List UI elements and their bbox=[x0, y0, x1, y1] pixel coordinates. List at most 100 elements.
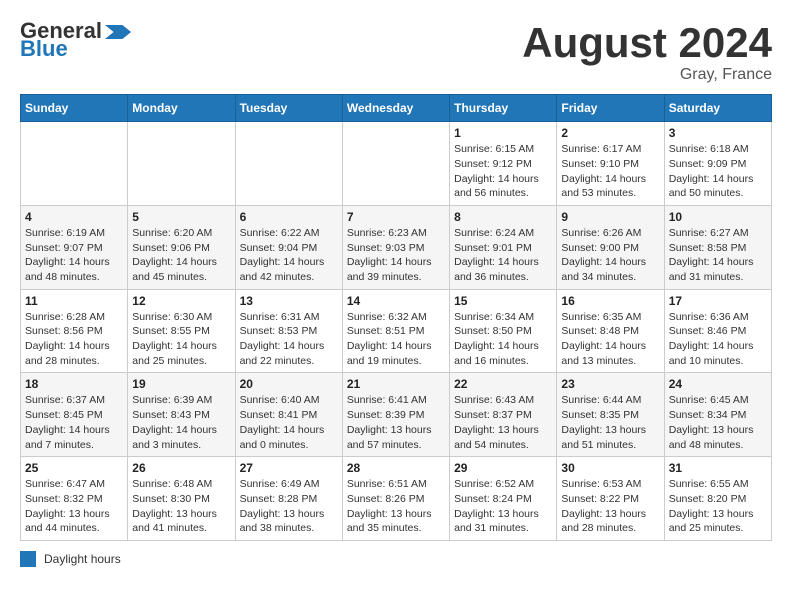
day-number: 19 bbox=[132, 377, 230, 391]
legend-color-box bbox=[20, 551, 36, 567]
day-number: 3 bbox=[669, 126, 767, 140]
calendar-week-row: 18Sunrise: 6:37 AMSunset: 8:45 PMDayligh… bbox=[21, 373, 772, 457]
calendar-cell: 19 Sunrise: 6:39 AMSunset: 8:43 PMDayligh… bbox=[128, 373, 235, 457]
day-info: Sunrise: 6:53 AMSunset: 8:22 PMDaylight:… bbox=[561, 477, 659, 536]
day-info: Sunrise: 6:45 AMSunset: 8:34 PMDaylight:… bbox=[669, 393, 767, 452]
day-info: Sunrise: 6:48 AMSunset: 8:30 PMDaylight:… bbox=[132, 477, 230, 536]
calendar-cell: 15 Sunrise: 6:34 AMSunset: 8:50 PMDayligh… bbox=[450, 289, 557, 373]
day-number: 11 bbox=[25, 294, 123, 308]
page-header: General Blue August 2024 Gray, France bbox=[20, 20, 772, 84]
legend-label: Daylight hours bbox=[44, 552, 121, 566]
calendar-cell bbox=[342, 122, 449, 206]
day-number: 23 bbox=[561, 377, 659, 391]
calendar-cell: 14 Sunrise: 6:32 AMSunset: 8:51 PMDayligh… bbox=[342, 289, 449, 373]
calendar-cell: 29 Sunrise: 6:52 AMSunset: 8:24 PMDayligh… bbox=[450, 457, 557, 541]
calendar-week-row: 4 Sunrise: 6:19 AMSunset: 9:07 PMDaylight… bbox=[21, 205, 772, 289]
calendar-cell: 5 Sunrise: 6:20 AMSunset: 9:06 PMDaylight… bbox=[128, 205, 235, 289]
calendar-cell: 20Sunrise: 6:40 AMSunset: 8:41 PMDayligh… bbox=[235, 373, 342, 457]
calendar-cell: 28 Sunrise: 6:51 AMSunset: 8:26 PMDayligh… bbox=[342, 457, 449, 541]
calendar-cell bbox=[21, 122, 128, 206]
calendar-cell: 23 Sunrise: 6:44 AMSunset: 8:35 PMDayligh… bbox=[557, 373, 664, 457]
calendar-cell: 26 Sunrise: 6:48 AMSunset: 8:30 PMDayligh… bbox=[128, 457, 235, 541]
calendar-cell: 7 Sunrise: 6:23 AMSunset: 9:03 PMDaylight… bbox=[342, 205, 449, 289]
day-number: 28 bbox=[347, 461, 445, 475]
day-info: Sunrise: 6:49 AMSunset: 8:28 PMDaylight:… bbox=[240, 477, 338, 536]
day-number: 9 bbox=[561, 210, 659, 224]
logo-blue: Blue bbox=[20, 38, 68, 60]
day-number: 10 bbox=[669, 210, 767, 224]
day-number: 29 bbox=[454, 461, 552, 475]
calendar-cell: 1 Sunrise: 6:15 AMSunset: 9:12 PMDaylight… bbox=[450, 122, 557, 206]
day-info: Sunrise: 6:52 AMSunset: 8:24 PMDaylight:… bbox=[454, 477, 552, 536]
day-number: 1 bbox=[454, 126, 552, 140]
day-number: 27 bbox=[240, 461, 338, 475]
calendar-cell: 9 Sunrise: 6:26 AMSunset: 9:00 PMDaylight… bbox=[557, 205, 664, 289]
calendar-cell: 11Sunrise: 6:28 AMSunset: 8:56 PMDayligh… bbox=[21, 289, 128, 373]
day-info: Sunrise: 6:32 AMSunset: 8:51 PMDaylight:… bbox=[347, 310, 445, 369]
day-info: Sunrise: 6:35 AMSunset: 8:48 PMDaylight:… bbox=[561, 310, 659, 369]
day-info: Sunrise: 6:30 AMSunset: 8:55 PMDaylight:… bbox=[132, 310, 230, 369]
calendar-cell: 8 Sunrise: 6:24 AMSunset: 9:01 PMDaylight… bbox=[450, 205, 557, 289]
calendar-cell: 2 Sunrise: 6:17 AMSunset: 9:10 PMDaylight… bbox=[557, 122, 664, 206]
day-info: Sunrise: 6:17 AMSunset: 9:10 PMDaylight:… bbox=[561, 142, 659, 201]
day-number: 16 bbox=[561, 294, 659, 308]
day-number: 4 bbox=[25, 210, 123, 224]
calendar-cell: 12Sunrise: 6:30 AMSunset: 8:55 PMDayligh… bbox=[128, 289, 235, 373]
calendar-cell: 18Sunrise: 6:37 AMSunset: 8:45 PMDayligh… bbox=[21, 373, 128, 457]
day-info: Sunrise: 6:23 AMSunset: 9:03 PMDaylight:… bbox=[347, 226, 445, 285]
calendar-week-row: 11Sunrise: 6:28 AMSunset: 8:56 PMDayligh… bbox=[21, 289, 772, 373]
title-block: August 2024 Gray, France bbox=[522, 20, 772, 84]
day-info: Sunrise: 6:39 AMSunset: 8:43 PMDaylight:… bbox=[132, 393, 230, 452]
calendar-cell: 17Sunrise: 6:36 AMSunset: 8:46 PMDayligh… bbox=[664, 289, 771, 373]
logo: General Blue bbox=[20, 20, 132, 60]
calendar-day-header: Tuesday bbox=[235, 95, 342, 122]
calendar-cell: 21Sunrise: 6:41 AMSunset: 8:39 PMDayligh… bbox=[342, 373, 449, 457]
day-info: Sunrise: 6:31 AMSunset: 8:53 PMDaylight:… bbox=[240, 310, 338, 369]
day-info: Sunrise: 6:41 AMSunset: 8:39 PMDaylight:… bbox=[347, 393, 445, 452]
location-text: Gray, France bbox=[522, 66, 772, 84]
day-info: Sunrise: 6:26 AMSunset: 9:00 PMDaylight:… bbox=[561, 226, 659, 285]
calendar-table: SundayMondayTuesdayWednesdayThursdayFrid… bbox=[20, 94, 772, 541]
calendar-day-header: Sunday bbox=[21, 95, 128, 122]
legend: Daylight hours bbox=[20, 551, 772, 567]
calendar-cell: 16 Sunrise: 6:35 AMSunset: 8:48 PMDayligh… bbox=[557, 289, 664, 373]
month-year-title: August 2024 bbox=[522, 20, 772, 66]
day-number: 22 bbox=[454, 377, 552, 391]
calendar-header-row: SundayMondayTuesdayWednesdayThursdayFrid… bbox=[21, 95, 772, 122]
calendar-cell: 30 Sunrise: 6:53 AMSunset: 8:22 PMDayligh… bbox=[557, 457, 664, 541]
day-info: Sunrise: 6:37 AMSunset: 8:45 PMDaylight:… bbox=[25, 393, 123, 452]
calendar-cell: 3 Sunrise: 6:18 AMSunset: 9:09 PMDaylight… bbox=[664, 122, 771, 206]
day-number: 2 bbox=[561, 126, 659, 140]
day-info: Sunrise: 6:20 AMSunset: 9:06 PMDaylight:… bbox=[132, 226, 230, 285]
day-number: 14 bbox=[347, 294, 445, 308]
day-info: Sunrise: 6:18 AMSunset: 9:09 PMDaylight:… bbox=[669, 142, 767, 201]
calendar-cell: 6Sunrise: 6:22 AMSunset: 9:04 PMDaylight… bbox=[235, 205, 342, 289]
day-number: 13 bbox=[240, 294, 338, 308]
day-info: Sunrise: 6:43 AMSunset: 8:37 PMDaylight:… bbox=[454, 393, 552, 452]
day-info: Sunrise: 6:22 AMSunset: 9:04 PMDaylight:… bbox=[240, 226, 338, 285]
day-info: Sunrise: 6:24 AMSunset: 9:01 PMDaylight:… bbox=[454, 226, 552, 285]
calendar-week-row: 25Sunrise: 6:47 AMSunset: 8:32 PMDayligh… bbox=[21, 457, 772, 541]
day-number: 5 bbox=[132, 210, 230, 224]
calendar-day-header: Saturday bbox=[664, 95, 771, 122]
day-number: 8 bbox=[454, 210, 552, 224]
day-number: 30 bbox=[561, 461, 659, 475]
day-number: 26 bbox=[132, 461, 230, 475]
calendar-cell: 13 Sunrise: 6:31 AMSunset: 8:53 PMDayligh… bbox=[235, 289, 342, 373]
calendar-cell: 24 Sunrise: 6:45 AMSunset: 8:34 PMDayligh… bbox=[664, 373, 771, 457]
day-number: 7 bbox=[347, 210, 445, 224]
day-number: 15 bbox=[454, 294, 552, 308]
day-info: Sunrise: 6:44 AMSunset: 8:35 PMDaylight:… bbox=[561, 393, 659, 452]
day-info: Sunrise: 6:34 AMSunset: 8:50 PMDaylight:… bbox=[454, 310, 552, 369]
calendar-day-header: Friday bbox=[557, 95, 664, 122]
day-number: 24 bbox=[669, 377, 767, 391]
day-info: Sunrise: 6:15 AMSunset: 9:12 PMDaylight:… bbox=[454, 142, 552, 201]
day-info: Sunrise: 6:27 AMSunset: 8:58 PMDaylight:… bbox=[669, 226, 767, 285]
calendar-cell: 27 Sunrise: 6:49 AMSunset: 8:28 PMDayligh… bbox=[235, 457, 342, 541]
calendar-cell bbox=[235, 122, 342, 206]
day-info: Sunrise: 6:36 AMSunset: 8:46 PMDaylight:… bbox=[669, 310, 767, 369]
calendar-cell: 31Sunrise: 6:55 AMSunset: 8:20 PMDayligh… bbox=[664, 457, 771, 541]
calendar-cell: 25Sunrise: 6:47 AMSunset: 8:32 PMDayligh… bbox=[21, 457, 128, 541]
day-info: Sunrise: 6:19 AMSunset: 9:07 PMDaylight:… bbox=[25, 226, 123, 285]
day-info: Sunrise: 6:51 AMSunset: 8:26 PMDaylight:… bbox=[347, 477, 445, 536]
